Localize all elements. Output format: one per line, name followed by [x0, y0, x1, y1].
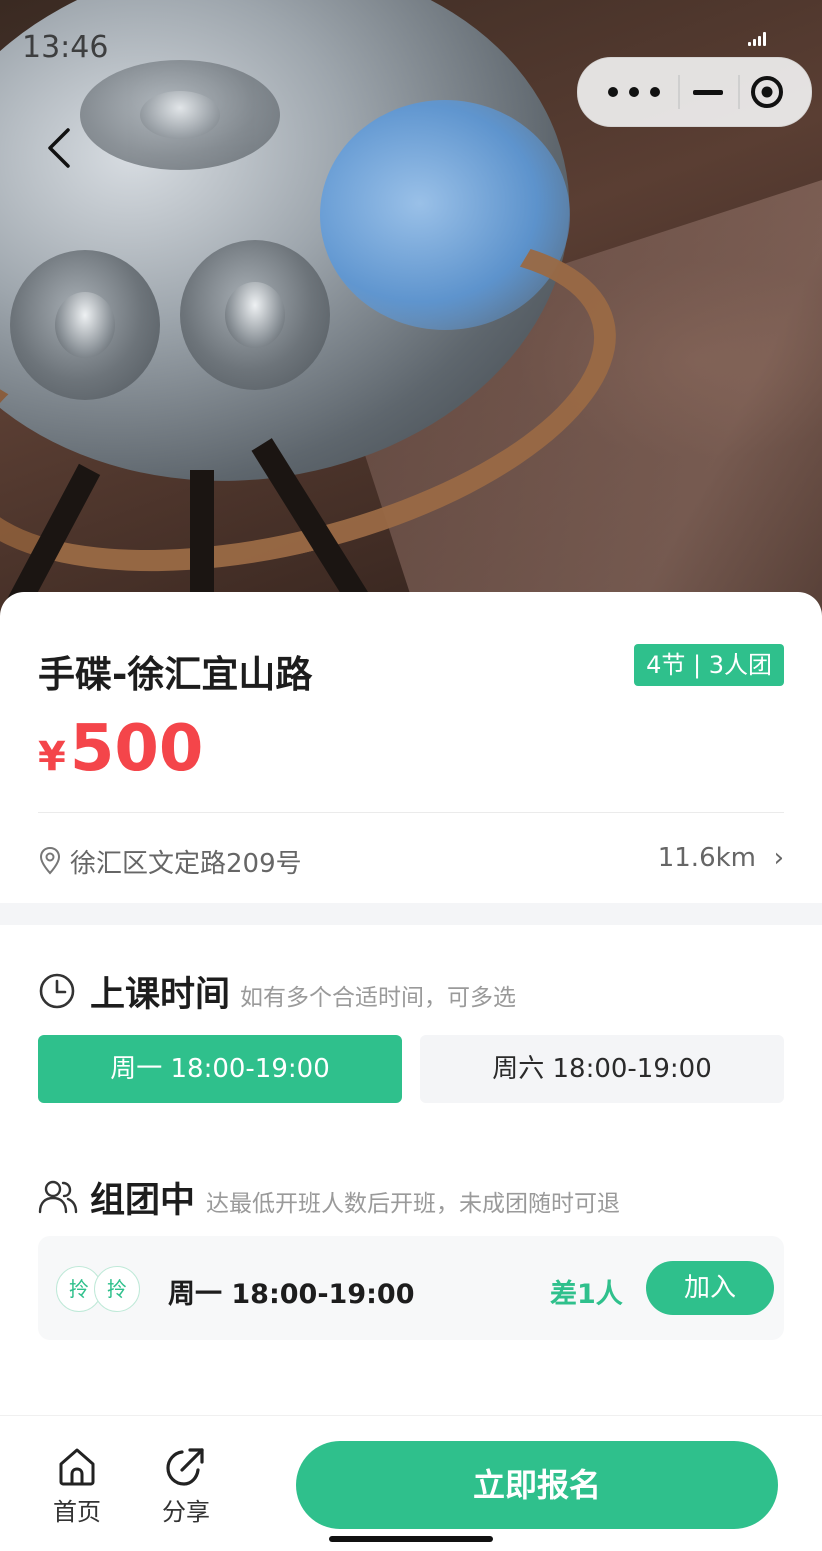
avatar: 拎: [94, 1266, 140, 1312]
back-button[interactable]: [40, 122, 84, 174]
price-amount: 500: [69, 712, 204, 786]
group-title: 组团中: [90, 1181, 196, 1221]
home-nav-button[interactable]: 首页: [37, 1444, 117, 1534]
bottom-action-bar: 首页 分享 立即报名: [0, 1415, 822, 1551]
course-price: ¥500: [38, 712, 203, 786]
share-icon: [166, 1448, 204, 1486]
target-circle-icon: [751, 76, 783, 108]
signal-icon: [748, 32, 768, 46]
handpan-top-field: [80, 60, 280, 170]
group-shortfall: 差1人: [550, 1279, 623, 1310]
close-miniprogram-button[interactable]: [750, 75, 784, 109]
location-pin-icon: [39, 846, 61, 875]
home-indicator: [329, 1536, 493, 1542]
more-button[interactable]: [608, 76, 660, 108]
time-slot-saturday[interactable]: 周六 18:00-19:00: [420, 1035, 784, 1103]
price-currency: ¥: [38, 734, 66, 780]
group-time: 周一 18:00-19:00: [168, 1279, 415, 1310]
schedule-title: 上课时间: [90, 975, 231, 1015]
schedule-hint: 如有多个合适时间，可多选: [240, 985, 516, 1011]
miniprogram-capsule: [577, 57, 812, 127]
minimize-button[interactable]: [693, 76, 723, 108]
section-gap: [0, 903, 822, 925]
capsule-divider: [738, 75, 740, 109]
course-badge: 4节 | 3人团: [634, 644, 784, 686]
clock-icon: [39, 973, 75, 1009]
share-label: 分享: [162, 1498, 210, 1526]
status-time: 13:46: [22, 30, 109, 65]
group-item: 拎 拎 周一 18:00-19:00 差1人 加入: [38, 1236, 784, 1340]
home-label: 首页: [53, 1498, 101, 1526]
member-avatars: 拎 拎: [56, 1266, 140, 1312]
time-slot-monday[interactable]: 周一 18:00-19:00: [38, 1035, 402, 1103]
home-icon: [59, 1448, 95, 1486]
capsule-divider: [678, 75, 680, 109]
join-group-button[interactable]: 加入: [646, 1261, 774, 1315]
chevron-right-icon: ›: [773, 843, 784, 873]
chevron-left-icon: [48, 128, 70, 168]
divider: [38, 812, 784, 813]
course-info-card: 手碟-徐汇宜山路 4节 | 3人团 ¥500 徐汇区文定路209号 11.6km…: [0, 592, 822, 902]
address-text: 徐汇区文定路209号: [70, 849, 302, 879]
enroll-now-button[interactable]: 立即报名: [296, 1441, 778, 1529]
group-hint: 达最低开班人数后开班，未成团随时可退: [206, 1191, 620, 1217]
location-row[interactable]: 徐汇区文定路209号 11.6km ›: [38, 840, 784, 884]
course-title: 手碟-徐汇宜山路: [38, 653, 313, 696]
users-icon: [38, 1180, 78, 1214]
distance-text: 11.6km: [657, 843, 756, 873]
share-nav-button[interactable]: 分享: [146, 1444, 226, 1534]
